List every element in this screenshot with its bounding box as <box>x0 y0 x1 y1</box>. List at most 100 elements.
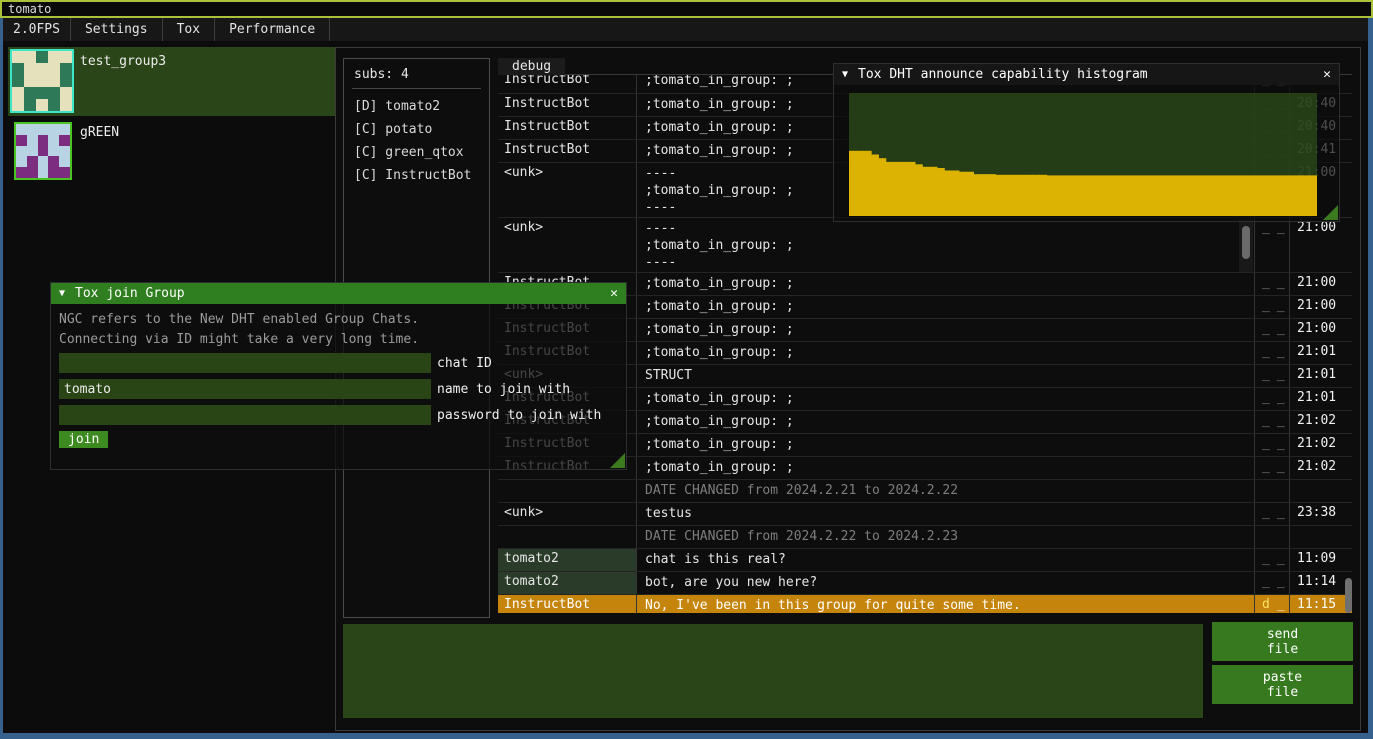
sender-name: InstructBot <box>498 75 637 93</box>
sender-name: tomato2 <box>498 572 637 594</box>
message-text: STRUCT <box>637 365 1255 387</box>
peer-item-potato[interactable]: [C] potato <box>354 118 489 141</box>
menu-item-tox[interactable]: Tox <box>163 18 215 41</box>
timestamp: 21:00 <box>1290 319 1352 341</box>
delivery-status: __ <box>1255 218 1290 272</box>
chat-id-field[interactable] <box>59 353 431 373</box>
timestamp: 21:02 <box>1290 411 1352 433</box>
subs-count-label: subs: 4 <box>354 67 489 82</box>
delivery-status: __ <box>1255 365 1290 387</box>
send-file-label-line2: file <box>1267 642 1298 657</box>
timestamp: 21:01 <box>1290 365 1352 387</box>
delivery-status: __ <box>1255 319 1290 341</box>
join-group-window: ▼ Tox join Group ✕ NGC refers to the New… <box>50 282 627 470</box>
delivery-status: __ <box>1255 411 1290 433</box>
delivery-status <box>1255 526 1290 548</box>
dht-histogram-titlebar[interactable]: ▼ Tox DHT announce capability histogram … <box>834 64 1339 85</box>
message-text: ;tomato_in_group: ; <box>637 342 1255 364</box>
collapse-arrow-icon[interactable]: ▼ <box>59 288 65 299</box>
message-text: ;tomato_in_group: ; <box>637 296 1255 318</box>
os-titlebar[interactable]: tomato <box>0 0 1373 18</box>
date-separator-row: DATE CHANGED from 2024.2.22 to 2024.2.23 <box>498 525 1352 548</box>
sender-name: tomato2 <box>498 549 637 571</box>
resize-grip[interactable] <box>1323 205 1338 220</box>
timestamp: 21:00 <box>1290 273 1352 295</box>
peer-list: [D] tomato2[C] potato[C] green_qtox[C] I… <box>354 95 489 187</box>
paste-file-button[interactable]: paste file <box>1212 665 1353 704</box>
menu-item-settings[interactable]: Settings <box>71 18 163 41</box>
delivery-status: __ <box>1255 388 1290 410</box>
tab-debug[interactable]: debug <box>498 58 565 75</box>
group-item-gREEN[interactable]: gREEN <box>8 118 335 180</box>
delivery-status: __ <box>1255 572 1290 594</box>
timestamp: 11:15 <box>1290 595 1352 613</box>
delivery-status: __ <box>1255 342 1290 364</box>
peer-item-green_qtox[interactable]: [C] green_qtox <box>354 141 489 164</box>
delivery-status: d_ <box>1255 595 1290 613</box>
join-password-label: password to join with <box>437 408 601 423</box>
join-name-label: name to join with <box>437 382 570 397</box>
timestamp: 23:38 <box>1290 503 1352 525</box>
group-item-test_group3[interactable]: test_group3 <box>8 47 335 116</box>
join-name-field[interactable] <box>59 379 431 399</box>
close-icon[interactable]: ✕ <box>1323 67 1331 82</box>
resize-grip[interactable] <box>610 453 625 468</box>
message-row[interactable]: InstructBotNo, I've been in this group f… <box>498 594 1352 613</box>
group-avatar <box>10 49 74 113</box>
timestamp: 21:00 <box>1290 296 1352 318</box>
date-changed-text: DATE CHANGED from 2024.2.21 to 2024.2.22 <box>637 480 1255 502</box>
window-border-bottom <box>0 733 1373 739</box>
sender-name <box>498 480 637 502</box>
send-file-button[interactable]: send file <box>1212 622 1353 661</box>
sender-name: <unk> <box>498 503 637 525</box>
fps-counter: 2.0FPS <box>3 18 71 41</box>
delivery-status: __ <box>1255 434 1290 456</box>
message-cell-scrollbar[interactable] <box>1239 219 1253 272</box>
timestamp: 21:01 <box>1290 388 1352 410</box>
delivery-status <box>1255 480 1290 502</box>
sender-name: <unk> <box>498 163 637 217</box>
close-icon[interactable]: ✕ <box>610 286 618 301</box>
message-row[interactable]: <unk>testus__23:38 <box>498 502 1352 525</box>
timestamp: 11:09 <box>1290 549 1352 571</box>
message-text: ;tomato_in_group: ; <box>637 273 1255 295</box>
message-input[interactable] <box>343 624 1203 718</box>
collapse-arrow-icon[interactable]: ▼ <box>842 69 848 80</box>
menu-item-performance[interactable]: Performance <box>215 18 330 41</box>
join-button[interactable]: join <box>59 431 108 448</box>
paste-file-label-line2: file <box>1267 685 1298 700</box>
sender-name: InstructBot <box>498 140 637 162</box>
sender-name: InstructBot <box>498 94 637 116</box>
message-row[interactable]: tomato2bot, are you new here?__11:14 <box>498 571 1352 594</box>
app-window: tomato 2.0FPSSettingsToxPerformance test… <box>0 0 1373 739</box>
histogram-bars <box>849 93 1317 216</box>
dht-histogram-title: Tox DHT announce capability histogram <box>858 67 1148 82</box>
group-name-label: gREEN <box>80 125 119 140</box>
chat-id-label: chat ID <box>437 356 492 371</box>
join-group-title: Tox join Group <box>75 286 185 301</box>
window-title: tomato <box>8 2 51 16</box>
menu-bar: 2.0FPSSettingsToxPerformance <box>3 18 1368 41</box>
group-name-label: test_group3 <box>80 54 166 69</box>
timestamp: 21:00 <box>1290 218 1352 272</box>
window-border-right <box>1368 18 1373 739</box>
message-text: ;tomato_in_group: ; <box>637 388 1255 410</box>
message-text: ;tomato_in_group: ; <box>637 411 1255 433</box>
peer-item-tomato2[interactable]: [D] tomato2 <box>354 95 489 118</box>
message-row[interactable]: <unk>---- ;tomato_in_group: ; ----__21:0… <box>498 217 1352 272</box>
join-password-field[interactable] <box>59 405 431 425</box>
window-border-left <box>0 18 3 739</box>
delivery-status: __ <box>1255 457 1290 479</box>
delivery-status: __ <box>1255 273 1290 295</box>
scrollbar-thumb[interactable] <box>1242 226 1250 259</box>
peer-item-InstructBot[interactable]: [C] InstructBot <box>354 164 489 187</box>
message-row[interactable]: tomato2chat is this real?__11:09 <box>498 548 1352 571</box>
separator <box>352 88 481 89</box>
sender-name: InstructBot <box>498 595 637 613</box>
join-group-titlebar[interactable]: ▼ Tox join Group ✕ <box>51 283 626 304</box>
join-group-description: NGC refers to the New DHT enabled Group … <box>51 304 626 350</box>
message-text: No, I've been in this group for quite so… <box>637 595 1255 613</box>
chat-scrollbar-thumb[interactable] <box>1345 578 1352 613</box>
paste-file-label-line1: paste <box>1263 670 1302 685</box>
timestamp: 21:02 <box>1290 457 1352 479</box>
